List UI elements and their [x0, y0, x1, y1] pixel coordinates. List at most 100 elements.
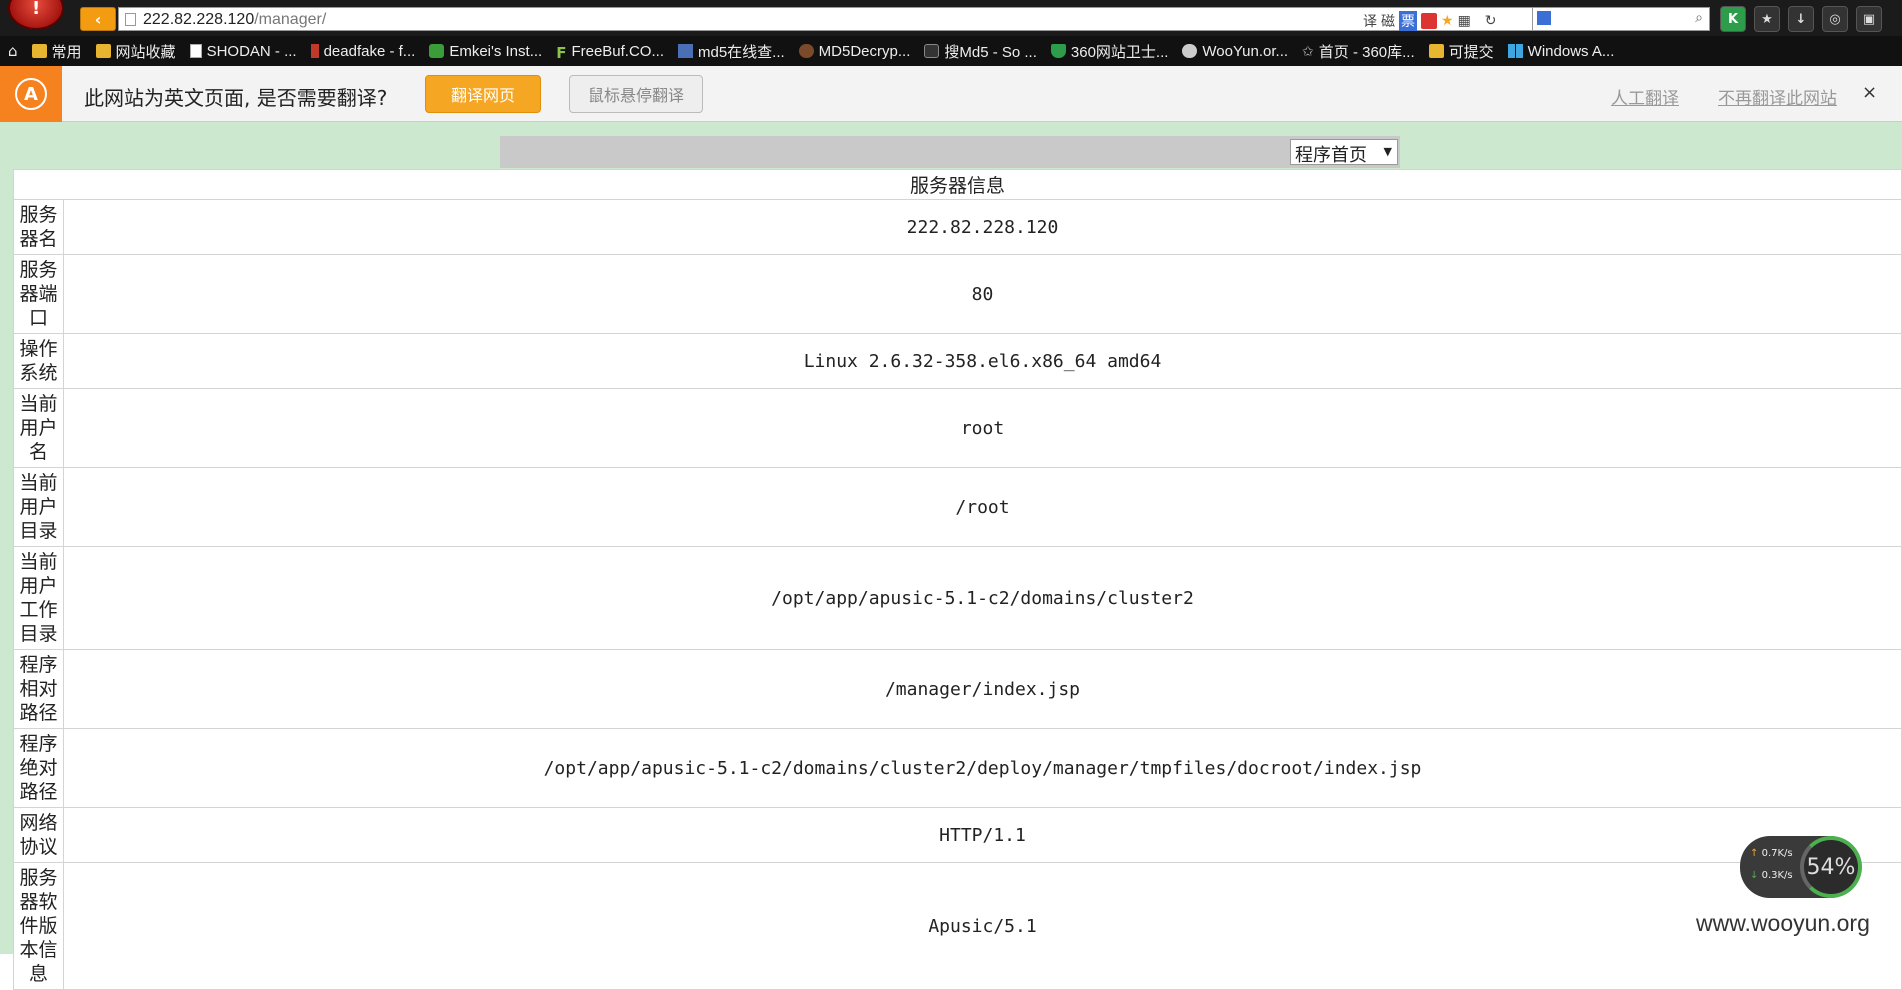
table-row: 当前用户目录/root — [13, 467, 1902, 547]
folder-icon — [31, 44, 47, 58]
row-key: 服务器名 — [13, 199, 64, 255]
search-engine-icon[interactable] — [1537, 11, 1551, 25]
home-icon[interactable]: ⌂ — [8, 42, 18, 60]
refresh-icon[interactable]: ↻ — [1485, 13, 1497, 29]
dropdown-arrow-icon: ▼ — [1383, 145, 1392, 158]
bookmark-label: FreeBuf.CO... — [571, 42, 664, 60]
green-icon — [429, 44, 445, 58]
table-row: 服务器端口 80 — [13, 254, 1902, 334]
never-translate-link[interactable]: 不再翻译此网站 — [1718, 84, 1837, 109]
row-value: Linux 2.6.32-358.el6.x86_64 amd64 — [63, 333, 1902, 389]
translate-page-button[interactable]: 翻译网页 — [425, 75, 541, 113]
row-key: 服务器软件版本信息 — [13, 862, 64, 990]
network-speed-widget[interactable]: ↑ 0.7K/s ↓ 0.3K/s 54% — [1740, 836, 1862, 898]
magnet-tool-icon[interactable]: 磁 — [1381, 11, 1395, 31]
url-host: 222.82.228.120 — [143, 11, 255, 28]
bookmark-label: MD5Decryp... — [818, 42, 911, 60]
bookmark-item[interactable]: 常用 — [31, 41, 82, 62]
program-select[interactable]: 程序首页 ▼ — [1290, 139, 1398, 166]
select-value: 程序首页 — [1295, 145, 1367, 166]
bookmark-item[interactable]: Emkei's Inst... — [429, 43, 542, 60]
row-key: 操作系统 — [13, 333, 64, 389]
row-value: 80 — [63, 254, 1902, 334]
bookmark-item[interactable]: F FreeBuf.CO... — [556, 42, 664, 63]
page-top-bar: 程序首页 ▼ — [500, 136, 1400, 168]
browser-menu-button[interactable]: ! — [8, 0, 64, 30]
row-value: /manager/index.jsp — [63, 649, 1902, 729]
manual-translate-link[interactable]: 人工翻译 — [1611, 84, 1679, 109]
ticket-tool-icon[interactable]: 票 — [1399, 11, 1417, 31]
translate-tool-icon[interactable]: 译 — [1363, 11, 1377, 31]
bookmark-label: md5在线查... — [697, 43, 785, 61]
grid-icon — [677, 44, 693, 58]
favorite-star-icon[interactable]: ★ — [1441, 13, 1454, 29]
download-speed: ↓ 0.3K/s — [1750, 870, 1793, 881]
translate-message: 此网站为英文页面, 是否需要翻译? — [84, 86, 388, 110]
qr-icon[interactable]: ▦ — [1458, 13, 1471, 29]
game-icon[interactable]: ◎ — [1822, 6, 1848, 32]
star-icon: ✩ — [1302, 44, 1314, 60]
row-key: 当前用户工作目录 — [13, 546, 64, 650]
table-row: 当前用户工作目录/opt/app/apusic-5.1-c2/domains/c… — [13, 546, 1902, 650]
bookmark-item[interactable]: MD5Decryp... — [798, 42, 911, 60]
table-row: 程序相对路径/manager/index.jsp — [13, 649, 1902, 729]
row-value: root — [63, 388, 1902, 468]
alert-icon: ! — [32, 0, 41, 19]
page-icon — [125, 13, 136, 26]
bookmark-label: SHODAN - ... — [206, 42, 297, 60]
upload-speed-value: 0.7K/s — [1761, 848, 1793, 859]
bookmark-item[interactable]: WooYun.or... — [1182, 43, 1288, 60]
table-row: 程序绝对路径/opt/app/apusic-5.1-c2/domains/clu… — [13, 728, 1902, 808]
folder-icon — [95, 44, 111, 58]
table-row: 当前用户名 root — [13, 388, 1902, 468]
row-value: /opt/app/apusic-5.1-c2/domains/cluster2 — [63, 546, 1902, 650]
bookmark-label: Emkei's Inst... — [449, 42, 543, 60]
search-box[interactable]: ⌕ — [1532, 7, 1710, 31]
row-key: 程序绝对路径 — [13, 728, 64, 808]
bookmark-label: 可提交 — [1448, 43, 1494, 61]
row-value: /root — [63, 467, 1902, 547]
bookmark-item[interactable]: 网站收藏 — [95, 41, 176, 62]
bookmark-star-icon[interactable]: ★ — [1754, 6, 1780, 32]
bookmark-item[interactable]: Windows A... — [1507, 42, 1615, 60]
bookmark-item[interactable]: md5在线查... — [677, 41, 785, 62]
page-content: 程序首页 ▼ 服务器信息 服务器名 222.82.228.120 服务器端口 80 … — [0, 122, 1902, 990]
address-tools: 译 磁 票 ★ ▦ ↻ — [1363, 11, 1497, 31]
screenshot-icon[interactable] — [1421, 13, 1437, 29]
row-key: 程序相对路径 — [13, 649, 64, 729]
bookmark-item[interactable]: 可提交 — [1428, 41, 1494, 62]
close-icon[interactable]: × — [1862, 82, 1877, 103]
bookmarks-bar: ⌂ 常用 网站收藏 SHODAN - ... deadfake - f... E… — [0, 36, 1902, 66]
bookmark-label: 360网站卫士... — [1070, 43, 1169, 61]
table-title: 服务器信息 — [13, 169, 1902, 200]
search-icon[interactable]: ⌕ — [1695, 10, 1703, 26]
bookmark-label: Windows A... — [1527, 42, 1615, 60]
translate-a-icon: A — [15, 78, 47, 110]
toolbox-icon[interactable]: ▣ — [1856, 6, 1882, 32]
bookmark-item[interactable]: 360网站卫士... — [1050, 41, 1169, 62]
bookmark-label: deadfake - f... — [323, 42, 416, 60]
hover-translate-button[interactable]: 鼠标悬停翻译 — [569, 75, 703, 113]
back-arrow-icon: ‹ — [94, 9, 102, 29]
bookmark-item[interactable]: SHODAN - ... — [189, 42, 297, 60]
extension-k-icon[interactable]: K — [1720, 6, 1746, 32]
bookmark-label: 搜Md5 - So ... — [944, 43, 1037, 61]
row-value: HTTP/1.1 — [63, 807, 1902, 863]
dark-icon — [798, 44, 814, 58]
back-button[interactable]: ‹ — [80, 7, 116, 31]
table-row: 操作系统 Linux 2.6.32-358.el6.x86_64 amd64 — [13, 333, 1902, 389]
browser-toolbar: ! ‹ 222.82.228.120/manager/ 译 磁 票 ★ ▦ ↻ … — [0, 0, 1902, 36]
address-bar[interactable]: 222.82.228.120/manager/ 译 磁 票 ★ ▦ ↻ — [118, 7, 1710, 31]
windows-icon — [1507, 44, 1523, 58]
bookmark-item[interactable]: 搜Md5 - So ... — [924, 41, 1037, 62]
cloud-icon — [1182, 44, 1198, 58]
row-value: Apusic/5.1 — [63, 862, 1902, 990]
download-icon[interactable]: ↓ — [1788, 6, 1814, 32]
watermark: www.wooyun.org — [1696, 910, 1870, 936]
bookmark-item[interactable]: ✩ 首页 - 360库... — [1302, 41, 1415, 62]
bookmark-label: 网站收藏 — [115, 43, 176, 61]
table-row: 服务器软件版本信息 Apusic/5.1 — [13, 862, 1902, 990]
bookmark-item[interactable]: deadfake - f... — [310, 42, 416, 60]
red-bar-icon — [310, 44, 319, 58]
address-url[interactable]: 222.82.228.120/manager/ — [143, 11, 326, 29]
